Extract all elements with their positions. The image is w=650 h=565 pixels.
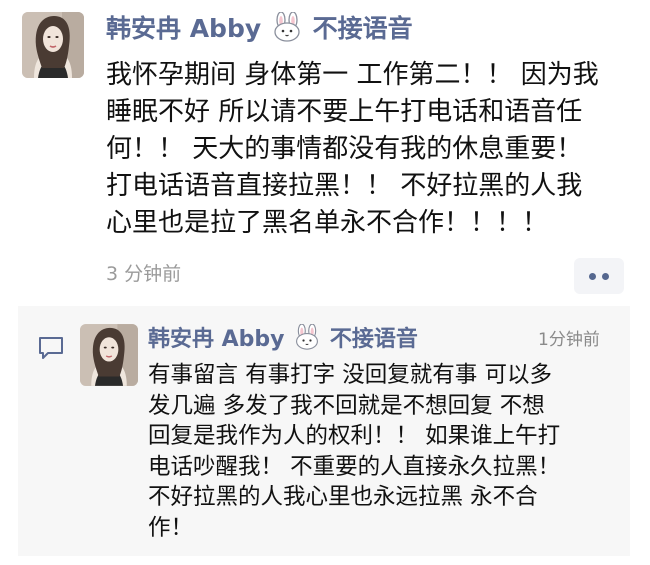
comment-body-line: 电话吵醒我！ 不重要的人直接永久拉黑！	[148, 453, 561, 480]
post-body-line: 何！！ 天大的事情都没有我的休息重要！	[106, 134, 583, 164]
comment-author-name-text: 韩安冉 Abby	[148, 327, 285, 352]
post-body-line: 睡眠不好 所以请不要上午打电话和语音任	[106, 97, 583, 127]
post-body-line: 打电话语音直接拉黑！！ 不好拉黑的人我	[106, 171, 583, 201]
post-author-avatar[interactable]	[22, 12, 84, 78]
comment-author-suffix: 不接语音	[329, 327, 418, 352]
post-author-suffix: 不接语音	[312, 14, 413, 43]
avatar-photo	[80, 324, 138, 386]
more-dots-icon	[589, 272, 596, 280]
comment-body[interactable]: 有事留言 有事打字 没回复就有事 可以多 发几遍 多发了我不回就是不想回复 不想…	[148, 360, 618, 543]
comment-body-line: 不好拉黑的人我心里也永远拉黑 永不合	[148, 484, 538, 510]
comment-body-line: 有事留言 有事打字 没回复就有事 可以多	[148, 362, 552, 388]
post-body-line: 心里也是拉了黑名单永不合作！！！！	[106, 208, 549, 238]
comment-body-line: 作！	[148, 514, 194, 541]
more-dots-icon	[602, 272, 609, 280]
post-author-name-text: 韩安冉 Abby	[106, 14, 262, 43]
comment-timestamp: 1分钟前	[538, 330, 600, 350]
avatar-photo	[22, 12, 84, 78]
post-timestamp: 3 分钟前	[106, 263, 182, 285]
post-body-line: 我怀孕期间 身体第一 工作第二！！ 因为我	[106, 60, 599, 90]
comment-bubble-icon	[39, 337, 63, 359]
more-actions-button[interactable]	[574, 258, 624, 294]
rabbit-face-icon	[296, 324, 319, 350]
post-author-name[interactable]: 韩安冉 Abby 不接语音	[106, 12, 413, 46]
moments-post: 韩安冉 Abby 不接语音 我怀孕期间 身体第一 工作第二！！ 因为我 睡眠不好…	[0, 0, 650, 565]
comment-body-line: 回复是我作为人的权利！！ 如果谁上午打	[148, 423, 561, 449]
post-body: 我怀孕期间 身体第一 工作第二！！ 因为我 睡眠不好 所以请不要上午打电话和语音…	[106, 57, 642, 242]
rabbit-face-icon	[274, 12, 300, 42]
comment-body-line: 发几遍 多发了我不回就是不想回复 不想	[148, 392, 545, 419]
comment-author-name[interactable]: 韩安冉 Abby 不接语音	[148, 324, 418, 355]
comment-author-avatar[interactable]	[80, 324, 138, 386]
